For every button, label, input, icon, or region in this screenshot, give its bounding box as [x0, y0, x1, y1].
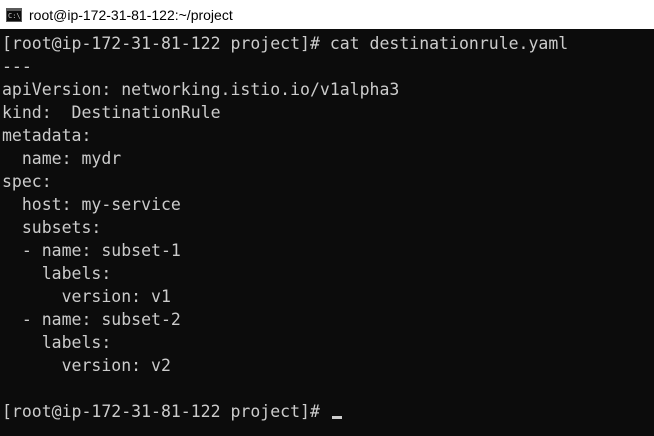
- command-prompt-icon: C:\: [6, 7, 22, 22]
- title-bar[interactable]: C:\ root@ip-172-31-81-122:~/project: [0, 0, 654, 29]
- text-cursor: [331, 416, 342, 419]
- terminal-line: spec:: [2, 172, 52, 191]
- terminal-output[interactable]: [root@ip-172-31-81-122 project]# cat des…: [0, 29, 654, 436]
- terminal-line: version: v2: [2, 356, 171, 375]
- terminal-line: metadata:: [2, 126, 92, 145]
- terminal-line: labels:: [2, 333, 112, 352]
- terminal-line: - name: subset-2: [2, 310, 181, 329]
- terminal-line: [root@ip-172-31-81-122 project]# cat des…: [2, 34, 569, 53]
- terminal-line: version: v1: [2, 287, 171, 306]
- terminal-line: labels:: [2, 264, 112, 283]
- shell-prompt: [root@ip-172-31-81-122 project]#: [2, 402, 330, 421]
- terminal-line: - name: subset-1: [2, 241, 181, 260]
- terminal-window: C:\ root@ip-172-31-81-122:~/project [roo…: [0, 0, 654, 436]
- terminal-line: name: mydr: [2, 149, 122, 168]
- window-title: root@ip-172-31-81-122:~/project: [29, 6, 233, 23]
- prompt-line[interactable]: [root@ip-172-31-81-122 project]#: [2, 400, 654, 423]
- terminal-line: subsets:: [2, 218, 102, 237]
- terminal-line: kind: DestinationRule: [2, 103, 221, 122]
- terminal-line: apiVersion: networking.istio.io/v1alpha3: [2, 80, 400, 99]
- terminal-line: ---: [2, 57, 32, 76]
- terminal-line: host: my-service: [2, 195, 181, 214]
